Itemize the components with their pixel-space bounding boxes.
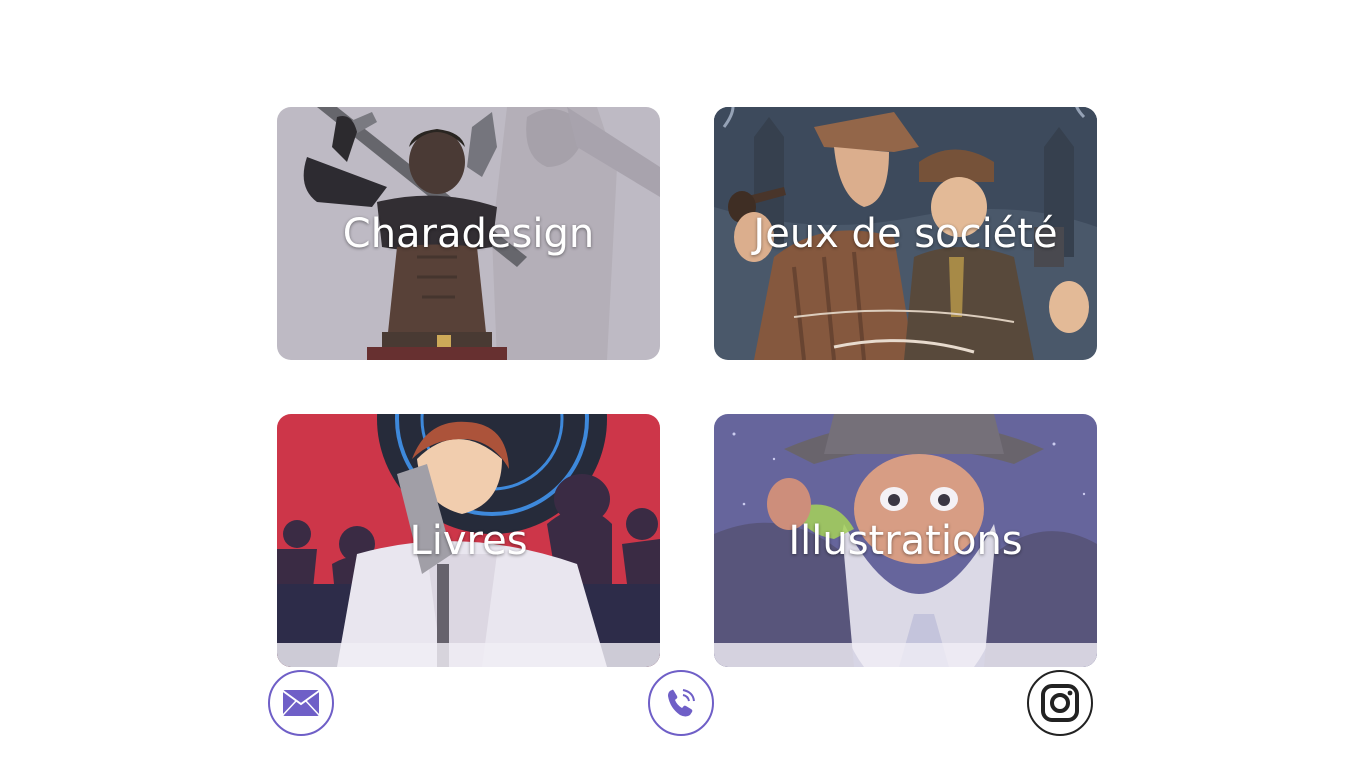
card-jeux-de-societe[interactable]: Jeux de société: [714, 107, 1097, 360]
instagram-button[interactable]: [1027, 670, 1093, 736]
phone-button[interactable]: [648, 670, 714, 736]
envelope-icon: [282, 690, 320, 716]
card-label: Jeux de société: [753, 210, 1058, 257]
phone-icon: [668, 689, 695, 717]
card-livres[interactable]: Livres: [277, 414, 660, 667]
instagram-icon: [1041, 684, 1079, 722]
card-charadesign[interactable]: Charadesign: [277, 107, 660, 360]
portfolio-page: Charadesign Jeux de société Livres Illus…: [0, 0, 1366, 765]
card-bottom-fade: [714, 643, 1097, 667]
card-illustrations[interactable]: Illustrations: [714, 414, 1097, 667]
card-label: Livres: [409, 517, 528, 564]
card-label: Illustrations: [788, 517, 1023, 564]
card-label: Charadesign: [342, 210, 595, 257]
email-button[interactable]: [268, 670, 334, 736]
card-bottom-fade: [277, 643, 660, 667]
